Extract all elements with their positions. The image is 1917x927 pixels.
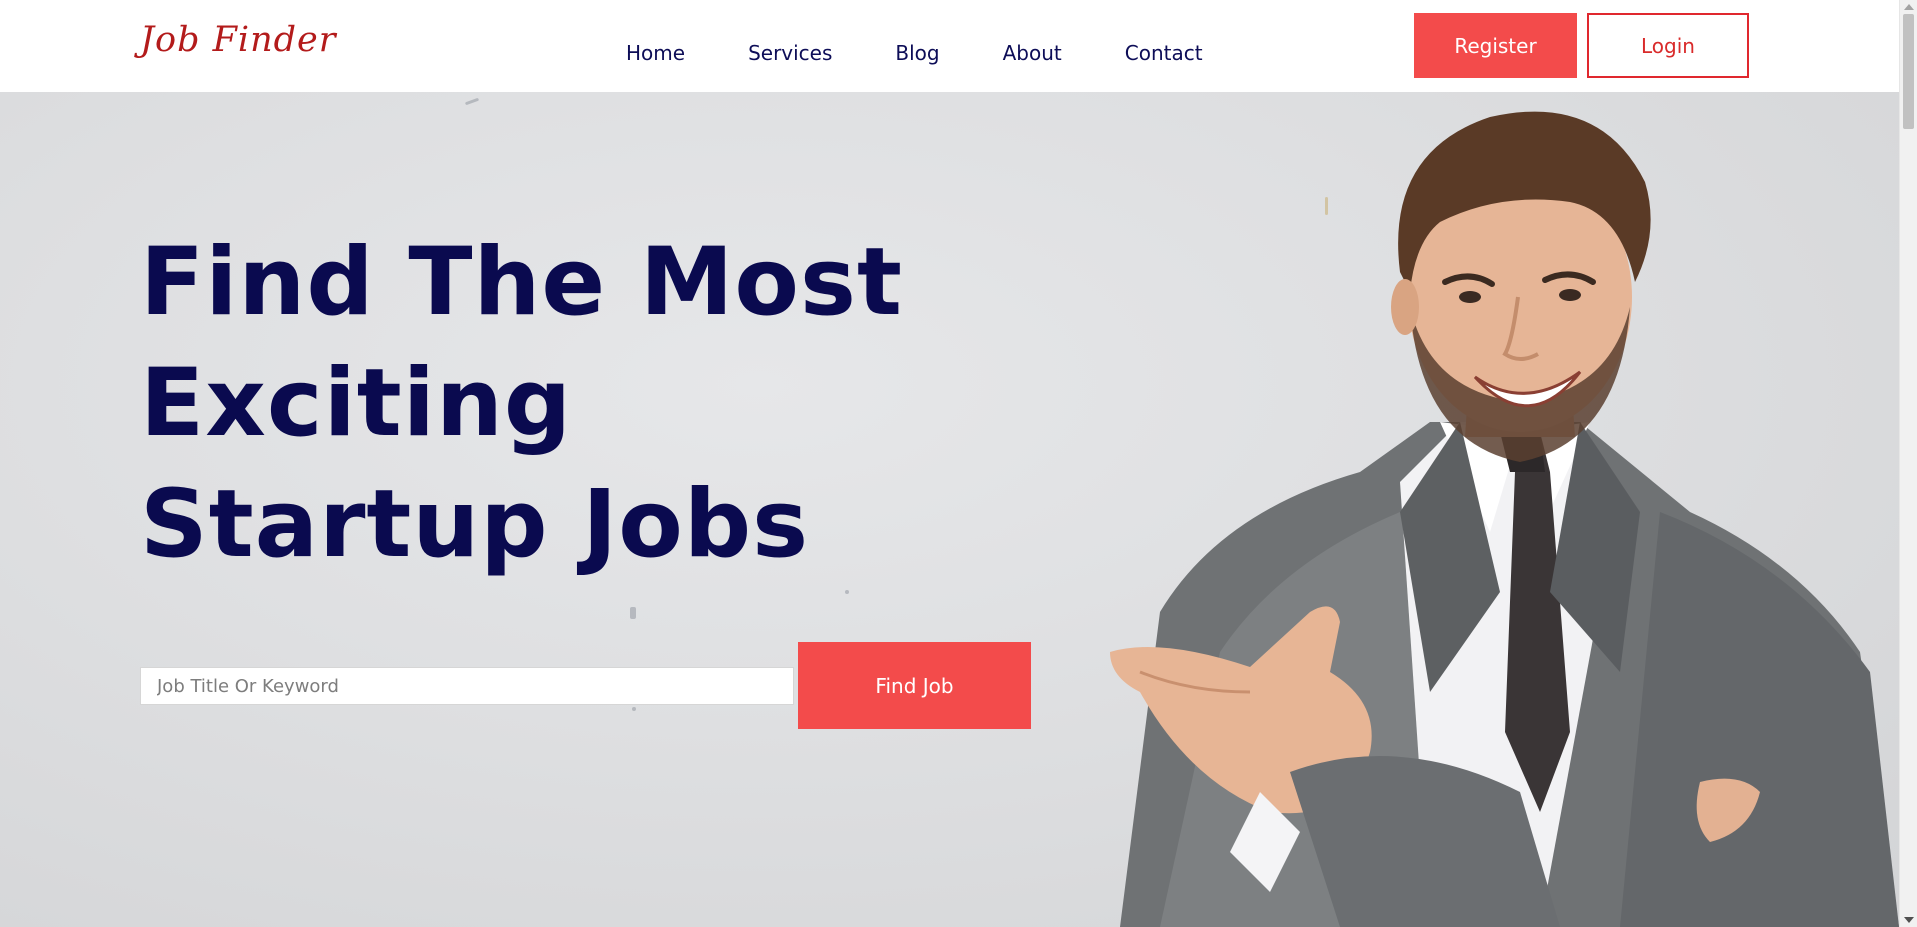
nav-contact[interactable]: Contact — [1125, 41, 1203, 65]
nav-home[interactable]: Home — [626, 41, 685, 65]
job-search-input[interactable] — [140, 667, 794, 705]
scroll-thumb[interactable] — [1903, 14, 1914, 129]
hero-heading-line: Find The Most — [140, 228, 903, 337]
nav-about[interactable]: About — [1003, 41, 1062, 65]
page-scrollbar[interactable] — [1899, 0, 1917, 927]
find-job-button[interactable]: Find Job — [798, 642, 1031, 729]
main-nav: Home Services Blog About Contact — [626, 41, 1203, 65]
page: Job Finder Home Services Blog About Cont… — [0, 0, 1917, 927]
wall-speck — [630, 607, 636, 619]
wall-speck — [464, 97, 480, 106]
wall-speck — [845, 590, 849, 594]
wall-speck — [632, 707, 636, 711]
hero-heading-line: Startup Jobs — [140, 470, 810, 579]
scroll-up-icon[interactable] — [1904, 4, 1914, 10]
hero-heading-line: Exciting — [140, 349, 573, 458]
logo[interactable]: Job Finder — [140, 20, 337, 60]
hero-heading: Find The Most Exciting Startup Jobs — [140, 222, 903, 585]
nav-blog[interactable]: Blog — [895, 41, 939, 65]
site-header: Job Finder Home Services Blog About Cont… — [0, 0, 1899, 92]
hero-section: Find The Most Exciting Startup Jobs Find… — [0, 92, 1899, 927]
nav-services[interactable]: Services — [748, 41, 832, 65]
businessman-image — [1110, 111, 1899, 927]
login-button[interactable]: Login — [1587, 13, 1749, 78]
register-button[interactable]: Register — [1414, 13, 1577, 78]
scroll-down-icon[interactable] — [1904, 917, 1914, 923]
